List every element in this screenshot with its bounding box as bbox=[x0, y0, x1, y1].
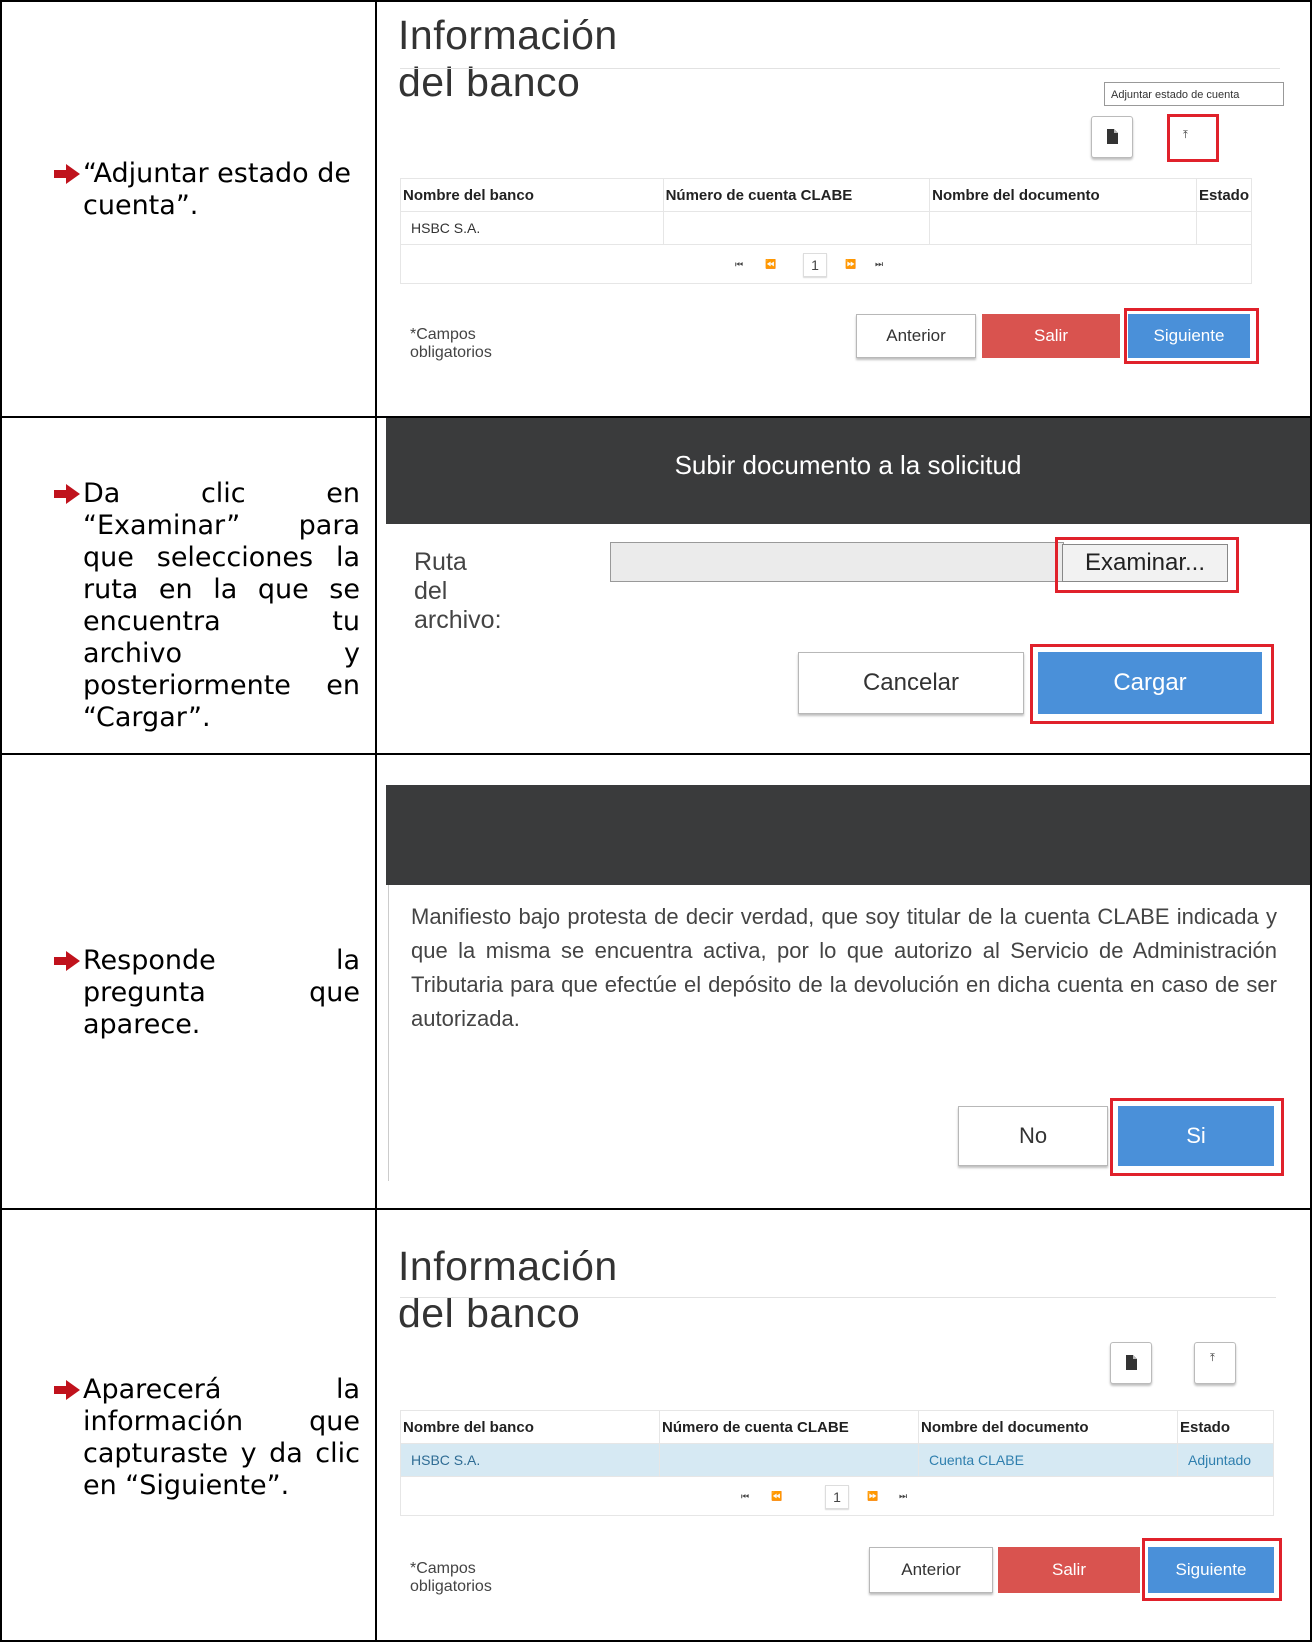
cell-document bbox=[929, 211, 1197, 245]
title-rule bbox=[400, 68, 1280, 69]
highlight-box bbox=[1110, 1098, 1284, 1176]
prev-page-button[interactable]: ⏪ bbox=[765, 253, 776, 275]
table-header: Nombre del banco Número de cuenta CLABE … bbox=[400, 1410, 1274, 1444]
bullet-arrow-icon bbox=[54, 1380, 80, 1400]
cell-status: Adjuntado bbox=[1177, 1443, 1274, 1477]
col-clabe: Número de cuenta CLABE bbox=[659, 1410, 919, 1444]
page-title: Información del banco bbox=[398, 1243, 618, 1336]
cell-document: Cuenta CLABE bbox=[918, 1443, 1178, 1477]
table-border-top bbox=[0, 0, 1312, 2]
declaration-text: Manifiesto bajo protesta de decir verdad… bbox=[411, 904, 1277, 1031]
instruction-text: Da clic en “Examinar” para que seleccion… bbox=[83, 478, 360, 733]
no-button[interactable]: No bbox=[958, 1106, 1108, 1166]
last-page-button[interactable]: ⏭ bbox=[875, 253, 883, 275]
cell-bank: HSBC S.A. bbox=[400, 1443, 660, 1477]
next-page-button[interactable]: ⏩ bbox=[867, 1485, 878, 1507]
bank-table: Nombre del banco Número de cuenta CLABE … bbox=[400, 178, 1253, 245]
col-status: Estado bbox=[1195, 178, 1253, 212]
file-icon-button[interactable] bbox=[1091, 116, 1133, 158]
file-icon bbox=[1107, 129, 1118, 144]
upload-icon[interactable]: ⤒ bbox=[1183, 129, 1188, 142]
required-note: *Campos obligatorios bbox=[410, 326, 492, 361]
highlight-box bbox=[1030, 644, 1274, 724]
col-bank: Nombre del banco bbox=[400, 1410, 660, 1444]
file-icon bbox=[1126, 1355, 1137, 1370]
dialog-header bbox=[386, 785, 1310, 885]
bank-table: Nombre del banco Número de cuenta CLABE … bbox=[400, 1410, 1274, 1477]
column-divider bbox=[375, 0, 377, 1642]
col-document: Nombre del documento bbox=[918, 1410, 1178, 1444]
last-page-button[interactable]: ⏭ bbox=[899, 1485, 907, 1507]
instruction-text: Aparecerá la información que capturaste … bbox=[83, 1374, 360, 1501]
highlight-box bbox=[1124, 308, 1259, 364]
next-page-button[interactable]: ⏩ bbox=[845, 253, 856, 275]
dialog-border bbox=[388, 885, 389, 1181]
instruction-text: “Adjuntar estado de cuenta”. bbox=[83, 158, 351, 221]
highlight-box bbox=[1167, 114, 1219, 162]
instruction-text: Responde la pregunta que aparece. bbox=[83, 945, 360, 1040]
page-number[interactable]: 1 bbox=[825, 1485, 849, 1509]
file-path-input[interactable] bbox=[610, 542, 1064, 582]
dialog-title: Subir documento a la solicitud bbox=[674, 450, 1022, 480]
pagination: ⏮ ⏪ 1 ⏩ ⏭ bbox=[400, 1476, 1274, 1516]
bullet-arrow-icon bbox=[54, 164, 80, 184]
page-number[interactable]: 1 bbox=[803, 253, 827, 277]
cell-bank: HSBC S.A. bbox=[400, 211, 664, 245]
row-divider-3 bbox=[0, 1208, 1312, 1210]
cell-clabe bbox=[662, 211, 931, 245]
required-note: *Campos obligatorios bbox=[410, 1560, 492, 1595]
page-title: Información del banco bbox=[398, 12, 618, 105]
col-status: Estado bbox=[1177, 1410, 1274, 1444]
exit-button[interactable]: Salir bbox=[982, 314, 1120, 358]
cell-clabe bbox=[659, 1443, 919, 1477]
col-document: Nombre del documento bbox=[929, 178, 1197, 212]
tooltip: Adjuntar estado de cuenta bbox=[1104, 82, 1284, 106]
pagination: ⏮ ⏪ 1 ⏩ ⏭ bbox=[400, 244, 1252, 284]
first-page-button[interactable]: ⏮ bbox=[735, 253, 743, 275]
col-bank: Nombre del banco bbox=[400, 178, 664, 212]
bullet-arrow-icon bbox=[54, 484, 80, 504]
cell-status bbox=[1195, 211, 1253, 245]
highlight-box bbox=[1142, 1538, 1282, 1601]
upload-icon-button[interactable]: ⤒ bbox=[1194, 1342, 1236, 1384]
table-header: Nombre del banco Número de cuenta CLABE … bbox=[400, 178, 1253, 212]
previous-button[interactable]: Anterior bbox=[869, 1547, 993, 1593]
bullet-arrow-icon bbox=[54, 951, 80, 971]
row-divider-2 bbox=[0, 753, 1312, 755]
table-row[interactable]: HSBC S.A. Cuenta CLABE Adjuntado bbox=[400, 1443, 1274, 1477]
cancel-button[interactable]: Cancelar bbox=[798, 652, 1024, 714]
highlight-box bbox=[1055, 537, 1239, 593]
upload-icon: ⤒ bbox=[1210, 1352, 1215, 1364]
table-border-left bbox=[0, 0, 2, 1642]
prev-page-button[interactable]: ⏪ bbox=[771, 1485, 782, 1507]
title-rule bbox=[400, 1297, 1276, 1298]
exit-button[interactable]: Salir bbox=[998, 1547, 1140, 1593]
first-page-button[interactable]: ⏮ bbox=[741, 1485, 749, 1507]
table-row[interactable]: HSBC S.A. bbox=[400, 211, 1253, 245]
previous-button[interactable]: Anterior bbox=[856, 314, 976, 358]
file-path-label: Ruta del archivo: bbox=[414, 548, 502, 634]
file-icon-button[interactable] bbox=[1110, 1342, 1152, 1384]
col-clabe: Número de cuenta CLABE bbox=[662, 178, 931, 212]
